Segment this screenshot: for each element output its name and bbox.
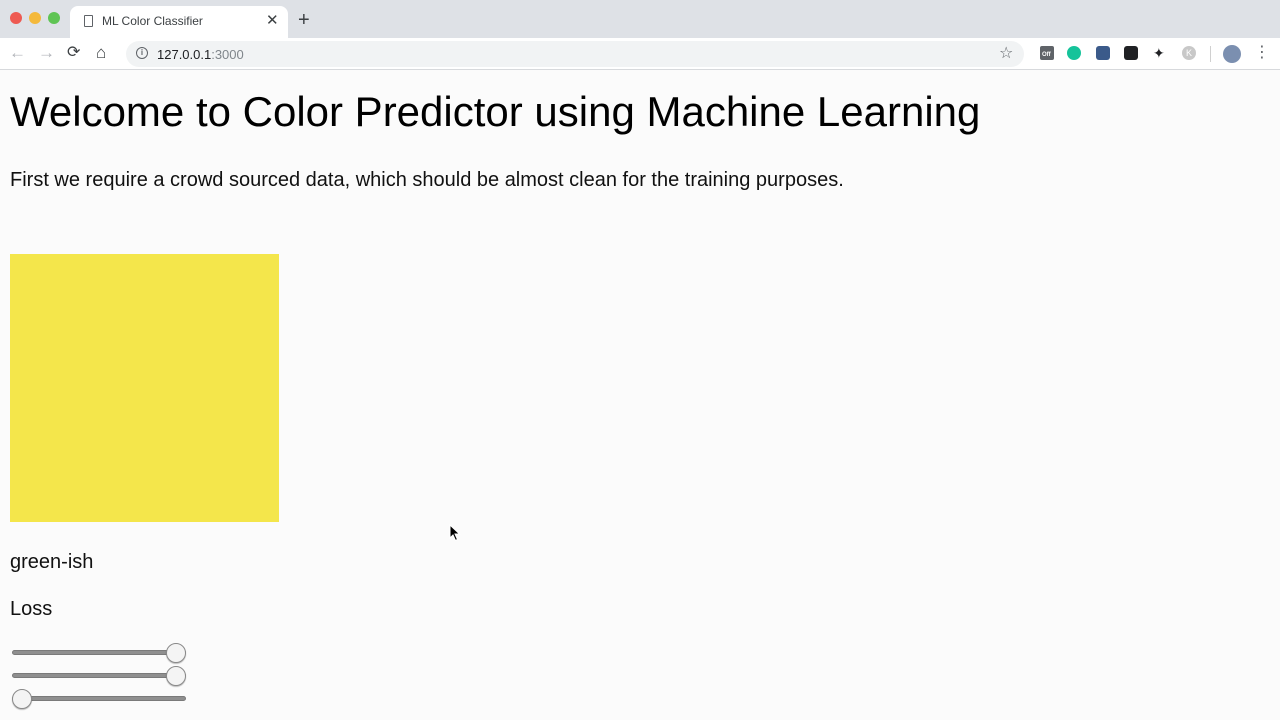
checklist-extension-icon[interactable]: [1124, 46, 1138, 60]
page-title: Welcome to Color Predictor using Machine…: [10, 88, 981, 135]
slider-track[interactable]: [12, 696, 186, 701]
slider-1[interactable]: [12, 643, 186, 663]
screen-extension-icon[interactable]: [1096, 46, 1110, 60]
minimize-window-button[interactable]: [29, 12, 41, 24]
url-host: 127.0.0.1: [157, 47, 212, 62]
site-info-icon[interactable]: i: [136, 47, 148, 59]
slider-thumb[interactable]: [12, 689, 32, 709]
slider-thumb[interactable]: [166, 643, 186, 663]
mouse-cursor-icon: [449, 524, 461, 542]
prediction-label: green-ish: [10, 551, 94, 573]
profile-avatar[interactable]: [1223, 45, 1241, 63]
browser-tab-strip: ML Color Classifier ✕ +: [0, 0, 1280, 38]
close-window-button[interactable]: [10, 12, 22, 24]
intro-text: First we require a crowd sourced data, w…: [10, 169, 844, 191]
bookmark-star-icon[interactable]: ☆: [999, 43, 1013, 63]
address-bar[interactable]: i 127.0.0.1:3000 ☆: [126, 41, 1024, 67]
slider-3[interactable]: [12, 689, 186, 709]
toolbar-divider: [1210, 46, 1211, 62]
slider-track[interactable]: [12, 650, 186, 655]
more-menu-icon[interactable]: ⋮: [1254, 42, 1270, 64]
url-text[interactable]: 127.0.0.1:3000: [157, 47, 244, 62]
k-extension-icon[interactable]: K: [1182, 46, 1196, 60]
slider-2[interactable]: [12, 666, 186, 686]
browser-toolbar: ← → ⟳ ⌂ i 127.0.0.1:3000 ☆ Off ✦ K ⋮: [0, 38, 1280, 70]
tab-title: ML Color Classifier: [102, 14, 203, 28]
home-icon[interactable]: ⌂: [96, 42, 106, 64]
slider-thumb[interactable]: [166, 666, 186, 686]
document-icon: [84, 15, 93, 27]
loss-label: Loss: [10, 598, 53, 620]
browser-tab[interactable]: ML Color Classifier ✕: [70, 6, 288, 38]
slider-track[interactable]: [12, 673, 186, 678]
new-tab-icon[interactable]: +: [298, 8, 310, 32]
url-port: :3000: [211, 47, 244, 62]
back-arrow-icon[interactable]: ←: [9, 42, 26, 64]
maximize-window-button[interactable]: [48, 12, 60, 24]
close-tab-icon[interactable]: ✕: [266, 11, 279, 31]
grammarly-extension-icon[interactable]: [1067, 46, 1081, 60]
color-swatch: [10, 254, 279, 522]
bird-extension-icon[interactable]: ✦: [1153, 46, 1167, 60]
reload-icon[interactable]: ⟳: [67, 42, 80, 64]
extension-off-icon[interactable]: Off: [1040, 46, 1054, 60]
extension-off-label: Off: [1042, 52, 1051, 58]
forward-arrow-icon[interactable]: →: [38, 42, 55, 64]
